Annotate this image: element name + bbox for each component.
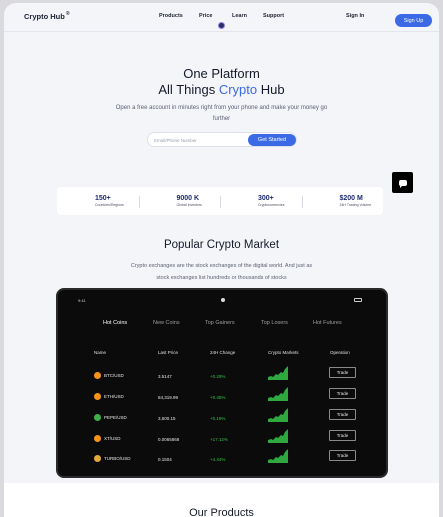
stat-label: 24H Trading Volume xyxy=(339,203,372,207)
sign-in-link[interactable]: Sign In xyxy=(346,13,364,19)
email-phone-input[interactable] xyxy=(154,136,244,144)
tab-hot-futures[interactable]: Hot Futures xyxy=(313,320,342,326)
get-started-button[interactable]: Get Started xyxy=(248,134,296,146)
products-section-title: Our Products xyxy=(189,507,254,517)
coin-pair: TURBO/USD xyxy=(104,456,131,461)
tab-hot-coins[interactable]: Hot Coins xyxy=(103,320,127,326)
stat-investors: 9000 K Global Investors xyxy=(138,187,221,215)
stat-value: 9000 K xyxy=(176,195,200,202)
market-tablet-mockup: 9:41 Hot Coins New Coins Top Gainers Top… xyxy=(56,288,388,478)
table-row: ETH/USD 84,319.99 +0.45% Trade xyxy=(58,386,386,406)
stat-cryptocurrencies: 300+ Cryptocurrencies xyxy=(220,187,302,215)
sparkline-chart xyxy=(268,408,288,422)
table-row: PEPE/USD 3,500.15 +0.19% Trade xyxy=(58,407,386,427)
coin-pair: XT/USD xyxy=(104,436,121,441)
coin-cell: ETH/USD xyxy=(94,393,124,400)
trade-button[interactable]: Trade xyxy=(329,367,356,378)
price-change: +0.29% xyxy=(210,374,226,379)
hero-title-pre: All Things xyxy=(158,82,219,97)
active-nav-indicator xyxy=(218,22,225,29)
page-frame: Crypto Hub® Products Price Learn Support… xyxy=(4,3,439,517)
nav-link-support[interactable]: Support xyxy=(263,13,284,19)
coin-icon xyxy=(94,393,101,400)
coin-cell: TURBO/USD xyxy=(94,455,131,462)
coin-icon xyxy=(94,435,101,442)
stat-countries: 150+ Countries/Regions xyxy=(57,187,139,215)
price-change: +17.12% xyxy=(210,437,228,442)
stat-value: $200 M xyxy=(339,195,363,202)
sparkline-chart xyxy=(268,387,288,401)
market-tabs: Hot Coins New Coins Top Gainers Top Lose… xyxy=(98,320,358,330)
last-price: 0.1504 xyxy=(158,457,172,462)
logo-text: Crypto Hub xyxy=(24,12,65,21)
tab-new-coins[interactable]: New Coins xyxy=(153,320,180,326)
coin-icon xyxy=(94,455,101,462)
trade-button[interactable]: Trade xyxy=(329,450,356,461)
sparkline-chart xyxy=(268,449,288,463)
signup-form: Get Started xyxy=(147,132,297,147)
coin-pair: PEPE/USD xyxy=(104,415,127,420)
battery-icon xyxy=(354,298,362,302)
nav-link-products[interactable]: Products xyxy=(159,13,183,19)
column-header-operation: Operation xyxy=(330,350,350,355)
coin-cell: PEPE/USD xyxy=(94,414,127,421)
nav-link-price[interactable]: Price xyxy=(199,13,212,19)
tab-top-gainers[interactable]: Top Gainers xyxy=(205,320,235,326)
table-row: TURBO/USD 0.1504 +4.44% Trade xyxy=(58,448,386,468)
hero-title-post: Hub xyxy=(257,82,285,97)
last-price: 0.0065868 xyxy=(158,437,180,442)
column-header-last-price: Last Price xyxy=(158,350,179,355)
stat-label: Cryptocurrencies xyxy=(258,203,285,207)
column-header-24h-change: 24H Change xyxy=(210,350,236,355)
trade-button[interactable]: Trade xyxy=(329,409,356,420)
column-header-crypto-markets: Crypto Markets xyxy=(268,350,299,355)
stat-value: 300+ xyxy=(258,195,274,202)
last-price: 3,500.15 xyxy=(158,416,176,421)
table-row: XT/USD 0.0065868 +17.12% Trade xyxy=(58,428,386,448)
trade-button[interactable]: Trade xyxy=(329,430,356,441)
status-time: 9:41 xyxy=(78,298,86,303)
nav-link-learn[interactable]: Learn xyxy=(232,13,247,19)
coin-icon xyxy=(94,372,101,379)
coin-pair: ETH/USD xyxy=(104,394,124,399)
trade-button[interactable]: Trade xyxy=(329,388,356,399)
price-change: +4.44% xyxy=(210,457,226,462)
chat-button[interactable] xyxy=(392,172,413,193)
coin-icon xyxy=(94,414,101,421)
last-price: 3.5147 xyxy=(158,374,172,379)
navbar-divider xyxy=(4,31,439,32)
coin-cell: XT/USD xyxy=(94,435,121,442)
sparkline-chart xyxy=(268,429,288,443)
table-row: BTC/USD 3.5147 +0.29% Trade xyxy=(58,365,386,385)
top-navbar: Crypto Hub® Products Price Learn Support… xyxy=(4,3,439,31)
stat-trading-volume: $200 M 24H Trading Volume xyxy=(301,187,384,215)
coin-cell: BTC/USD xyxy=(94,372,124,379)
chat-bubble-icon xyxy=(398,179,407,188)
price-change: +0.19% xyxy=(210,416,226,421)
stats-bar: 150+ Countries/Regions 9000 K Global Inv… xyxy=(57,187,383,215)
logo[interactable]: Crypto Hub® xyxy=(24,11,70,21)
price-change: +0.45% xyxy=(210,395,226,400)
column-header-name: Name xyxy=(94,350,107,355)
hero-subtitle: Open a free account in minutes right fro… xyxy=(115,105,328,122)
market-section-title: Popular Crypto Market xyxy=(163,239,280,251)
stat-value: 150+ xyxy=(95,195,111,202)
camera-icon xyxy=(221,298,225,302)
hero-title-line2: All Things Crypto Hub xyxy=(4,82,439,97)
sign-up-button[interactable]: Sign Up xyxy=(395,14,432,27)
market-section-subtitle: Crypto exchanges are the stock exchanges… xyxy=(130,263,313,281)
hero-title-accent: Crypto xyxy=(218,82,258,97)
sparkline-chart xyxy=(268,366,288,380)
logo-registered-mark: ® xyxy=(65,11,70,17)
coin-pair: BTC/USD xyxy=(104,373,124,378)
last-price: 84,319.99 xyxy=(158,395,179,400)
hero-title-line1: One Platform xyxy=(183,66,260,81)
tab-top-losers[interactable]: Top Losers xyxy=(261,320,288,326)
stat-label: Countries/Regions xyxy=(95,203,124,207)
stat-label: Global Investors xyxy=(176,203,202,207)
